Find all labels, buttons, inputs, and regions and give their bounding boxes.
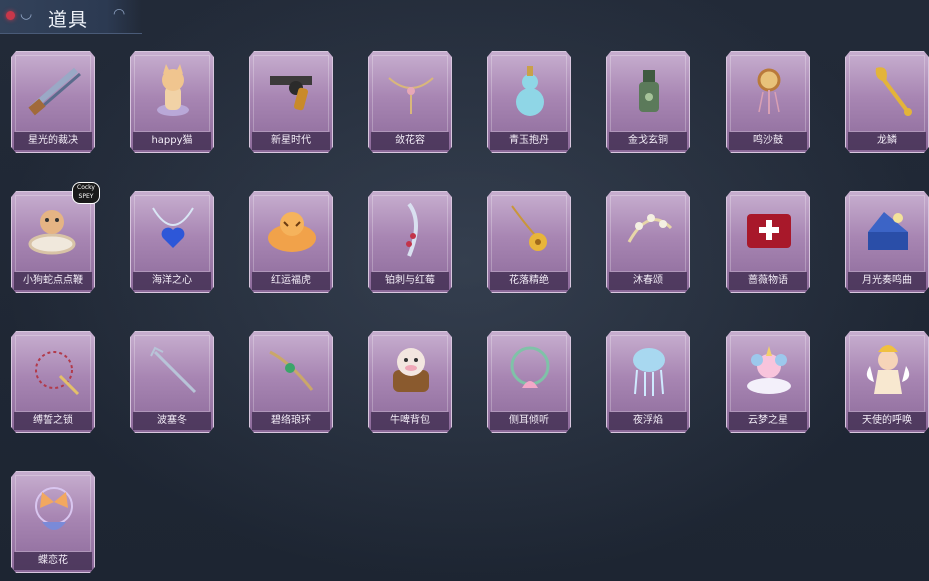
item-label: 蝶恋花	[14, 552, 92, 570]
item-card[interactable]: 新星时代	[249, 51, 333, 153]
revolver-icon	[260, 58, 324, 122]
item-label: 敛花容	[371, 132, 449, 150]
item-label: 波塞冬	[133, 412, 211, 430]
red-gem-icon	[6, 11, 15, 20]
item-card[interactable]: 铂刺与红莓	[368, 191, 452, 293]
flower-chain-icon	[379, 58, 443, 122]
item-card[interactable]: 敛花容	[368, 51, 452, 153]
item-label: 月光奏鸣曲	[848, 272, 926, 290]
blue-jellyfish-icon	[617, 338, 681, 402]
cocky-spey-badge: Cocky SPEY	[72, 182, 100, 204]
item-card[interactable]: 天使的呼唤	[845, 331, 929, 433]
item-label: happy猫	[133, 132, 211, 150]
item-card[interactable]: 碧络琅环	[249, 331, 333, 433]
item-card[interactable]: 龙鳞	[845, 51, 929, 153]
silver-thorn-blade-icon	[379, 198, 443, 262]
item-label: 云梦之星	[729, 412, 807, 430]
item-label: 星光的裁决	[14, 132, 92, 150]
item-card[interactable]: 波塞冬	[130, 331, 214, 433]
item-card[interactable]: 月光奏鸣曲	[845, 191, 929, 293]
bronze-grenade-icon	[617, 58, 681, 122]
puppy-snake-whip-icon	[22, 198, 86, 262]
cat-figurine-icon	[141, 58, 205, 122]
item-label: 侧耳倾听	[490, 412, 568, 430]
item-card[interactable]: 沐春颂	[606, 191, 690, 293]
page-title: 道具	[48, 9, 89, 31]
item-label: 天使的呼唤	[848, 412, 926, 430]
item-label: 小狗蛇点点鞭	[14, 272, 92, 290]
jade-gourd-icon	[498, 58, 562, 122]
item-label: 花落精绝	[490, 272, 568, 290]
spring-flower-bow-icon	[617, 198, 681, 262]
item-label: 沐春颂	[609, 272, 687, 290]
butterfly-lantern-icon	[22, 478, 86, 542]
item-card[interactable]: happy猫	[130, 51, 214, 153]
item-label: 缚誓之锁	[14, 412, 92, 430]
heart-necklace-icon	[141, 198, 205, 262]
item-card[interactable]: 花落精绝	[487, 191, 571, 293]
first-aid-box-icon	[737, 198, 801, 262]
item-card[interactable]: 夜浮焰	[606, 331, 690, 433]
cow-barrel-backpack-icon	[379, 338, 443, 402]
music-box-icon	[856, 198, 920, 262]
item-card[interactable]: 红运福虎	[249, 191, 333, 293]
item-card[interactable]: 云梦之星	[726, 331, 810, 433]
lucky-tiger-icon	[260, 198, 324, 262]
item-label: 牛啤背包	[371, 412, 449, 430]
item-label: 铂刺与红莓	[371, 272, 449, 290]
page-header: ◡ 道具 ◠	[0, 0, 142, 34]
swirl-ornament-icon: ◠	[113, 6, 126, 22]
item-label: 夜浮焰	[609, 412, 687, 430]
item-label: 金戈玄铜	[609, 132, 687, 150]
item-card[interactable]: 小狗蛇点点鞭	[11, 191, 95, 293]
unicorn-cloud-icon	[737, 338, 801, 402]
lotus-wreath-icon	[498, 338, 562, 402]
item-label: 鸣沙鼓	[729, 132, 807, 150]
item-card[interactable]: 金戈玄铜	[606, 51, 690, 153]
golden-spade-icon	[856, 58, 920, 122]
item-card[interactable]: 蔷薇物语	[726, 191, 810, 293]
item-label: 红运福虎	[252, 272, 330, 290]
item-card[interactable]: 牛啤背包	[368, 331, 452, 433]
item-card[interactable]: 侧耳倾听	[487, 331, 571, 433]
item-card[interactable]: 鸣沙鼓	[726, 51, 810, 153]
item-card[interactable]: 星光的裁决	[11, 51, 95, 153]
item-card[interactable]: 蝶恋花	[11, 471, 95, 573]
angel-doll-icon	[856, 338, 920, 402]
item-card[interactable]: 缚誓之锁	[11, 331, 95, 433]
item-label: 龙鳞	[848, 132, 926, 150]
trident-icon	[141, 338, 205, 402]
item-label: 碧络琅环	[252, 412, 330, 430]
double-barrel-gun-icon	[22, 58, 86, 122]
swirl-ornament-icon: ◡	[20, 6, 33, 22]
sand-drum-icon	[737, 58, 801, 122]
golden-flower-chain-icon	[498, 198, 562, 262]
jade-ring-blade-icon	[260, 338, 324, 402]
item-label: 蔷薇物语	[729, 272, 807, 290]
vow-chain-icon	[22, 338, 86, 402]
item-label: 青玉抱丹	[490, 132, 568, 150]
item-card[interactable]: 海洋之心	[130, 191, 214, 293]
item-card[interactable]: 青玉抱丹	[487, 51, 571, 153]
item-label: 新星时代	[252, 132, 330, 150]
item-label: 海洋之心	[133, 272, 211, 290]
